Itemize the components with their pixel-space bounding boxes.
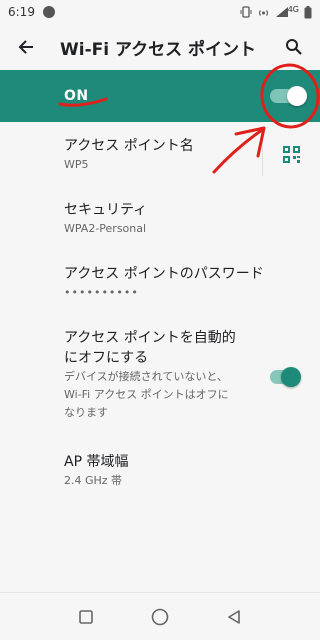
- item-subtitle: ••••••••••: [64, 286, 139, 299]
- divider: [262, 136, 263, 176]
- status-bar: 6:19 4G: [0, 0, 320, 24]
- status-right: 4G: [240, 4, 312, 19]
- item-title: アクセス ポイント名: [64, 138, 194, 154]
- page-title: Wi-Fi アクセス ポイント: [60, 39, 257, 60]
- navigation-bar: [0, 592, 320, 640]
- triangle-nav-icon[interactable]: [227, 609, 241, 624]
- item-title: セキュリティ: [64, 202, 148, 218]
- back-arrow-icon: [18, 40, 33, 54]
- toggle-knob: [287, 86, 307, 106]
- square-nav-icon[interactable]: [79, 609, 93, 624]
- app-bar: Wi-Fi アクセス ポイント: [0, 24, 320, 70]
- list-item-password[interactable]: アクセス ポイントのパスワード ••••••••••: [64, 264, 304, 302]
- list-item-ap-name[interactable]: アクセス ポイント名 WP5: [64, 136, 304, 174]
- master-switch-bar[interactable]: ON: [0, 70, 320, 122]
- qr-code-icon[interactable]: [283, 146, 300, 163]
- circle-nav-icon[interactable]: [151, 608, 169, 626]
- status-left: 6:19: [8, 5, 55, 19]
- list-item-auto-off[interactable]: アクセス ポイントを自動的 にオフにする デバイスが接続されていないと、 Wi-…: [64, 328, 260, 422]
- search-icon: [286, 39, 302, 55]
- item-subtitle-line3: なります: [64, 406, 108, 419]
- item-title: アクセス ポイントのパスワード: [64, 266, 264, 282]
- item-subtitle: WP5: [64, 158, 89, 171]
- back-button[interactable]: [10, 31, 42, 63]
- auto-off-toggle[interactable]: [270, 367, 301, 387]
- item-subtitle: 2.4 GHz 帯: [64, 474, 123, 487]
- status-time: 6:19: [8, 5, 35, 19]
- vibrate-icon: [240, 6, 252, 18]
- network-type: 4G: [287, 4, 299, 14]
- toggle-knob: [281, 367, 301, 387]
- battery-icon: [304, 5, 312, 18]
- item-title-line2: にオフにする: [64, 350, 149, 366]
- signal-icon: [275, 7, 288, 17]
- item-subtitle: WPA2-Personal: [64, 222, 147, 235]
- item-subtitle: デバイスが接続されていないと、: [64, 370, 228, 383]
- master-toggle[interactable]: [270, 86, 307, 106]
- notification-icon: [42, 6, 55, 18]
- item-subtitle-line2: Wi-Fi アクセス ポイントはオフに: [64, 388, 229, 401]
- search-button[interactable]: [278, 31, 310, 63]
- list-item-security[interactable]: セキュリティ WPA2-Personal: [64, 200, 304, 238]
- master-switch-label: ON: [64, 88, 89, 104]
- item-title: AP 帯域幅: [64, 454, 129, 470]
- hotspot-icon: [258, 10, 268, 16]
- list-item-ap-band[interactable]: AP 帯域幅 2.4 GHz 帯: [64, 452, 304, 490]
- item-title: アクセス ポイントを自動的: [64, 330, 236, 346]
